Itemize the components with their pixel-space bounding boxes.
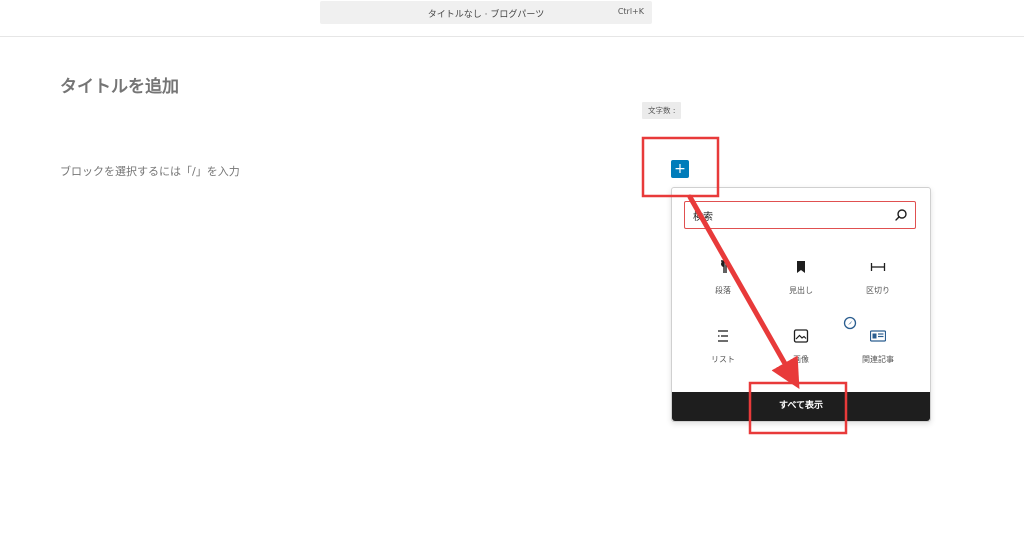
image-icon: [793, 329, 809, 343]
block-label: 区切り: [866, 286, 890, 295]
block-label: 画像: [793, 355, 809, 364]
block-label: リスト: [711, 355, 735, 364]
paragraph-icon: [721, 260, 727, 273]
document-title: タイトルなし · ブログパーツ: [427, 10, 545, 20]
top-toolbar: タイトルなし · ブログパーツ Ctrl+K: [0, 0, 1024, 37]
related-posts-icon: [870, 330, 886, 342]
keyboard-shortcut: Ctrl+K: [617, 7, 644, 16]
character-count: 文字数 :: [642, 102, 682, 119]
block-related-posts[interactable]: 関連記事: [843, 328, 913, 380]
show-all-button[interactable]: すべて表示: [672, 392, 930, 421]
list-icon: [718, 330, 728, 342]
block-label: 段落: [715, 286, 731, 295]
post-title-field[interactable]: タイトルを追加: [60, 72, 179, 97]
block-separator[interactable]: 区切り: [843, 259, 913, 311]
block-label: 関連記事: [862, 355, 894, 364]
block-paragraph[interactable]: 段落: [688, 259, 758, 311]
block-image[interactable]: 画像: [766, 328, 836, 380]
block-list[interactable]: リスト: [688, 328, 758, 380]
block-label: 見出し: [789, 286, 813, 295]
heading-icon: [797, 261, 805, 273]
plus-icon: +: [674, 161, 686, 177]
extension-badge-icon: [843, 316, 857, 330]
block-placeholder[interactable]: ブロックを選択するには「/」を入力: [60, 163, 240, 179]
block-grid: 段落 見出し 区切り リスト 画像 関連記事: [672, 188, 930, 388]
block-heading[interactable]: 見出し: [766, 259, 836, 311]
separator-icon: [870, 263, 886, 271]
add-block-button[interactable]: +: [671, 160, 689, 178]
command-palette-bar[interactable]: タイトルなし · ブログパーツ Ctrl+K: [320, 1, 652, 24]
block-inserter-panel: 段落 見出し 区切り リスト: [671, 187, 931, 422]
